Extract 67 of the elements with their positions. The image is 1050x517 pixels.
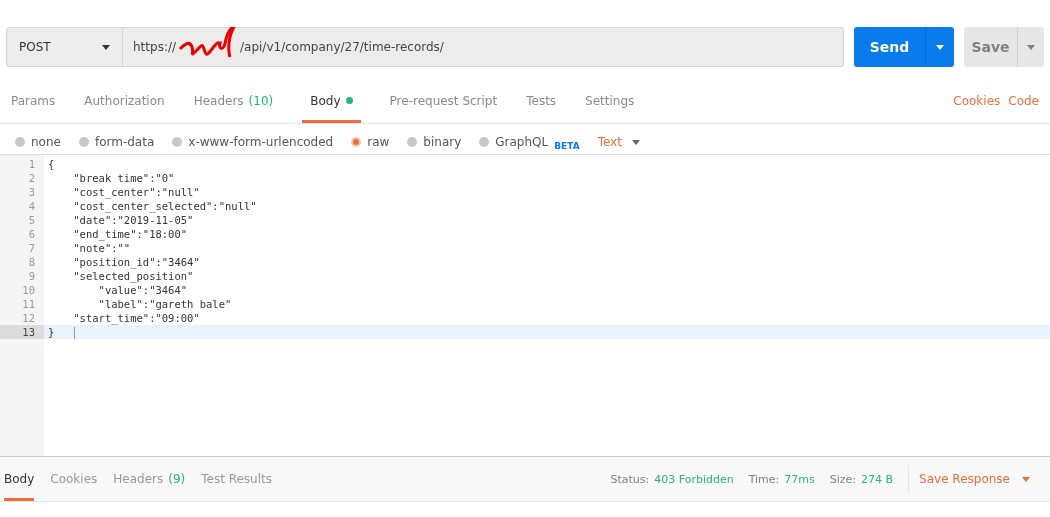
line-number: 12 <box>21 311 36 325</box>
response-tab[interactable]: Cookies <box>50 457 98 501</box>
stat-value: 274 B <box>861 472 894 486</box>
code-line: "cost_center_selected":"null" <box>72 200 257 212</box>
caret-icon <box>1022 476 1030 482</box>
stat-label: Size: <box>829 472 857 486</box>
caret-icon <box>936 44 944 50</box>
link[interactable]: Cookies <box>953 78 1001 123</box>
line-number: 13 <box>0 325 44 339</box>
code-line: "break time":"0" <box>72 172 175 184</box>
code-line: "cost_center":"null" <box>72 186 200 198</box>
send-button[interactable]: Send <box>854 27 954 67</box>
line-number: 10 <box>21 283 36 297</box>
code-line: "selected_position" <box>72 270 194 282</box>
line-number: 6 <box>27 227 36 241</box>
save-response-button[interactable]: Save Response <box>908 465 1050 493</box>
line-number: 4 <box>27 199 36 213</box>
code-line: "end_time":"18:00" <box>72 228 188 240</box>
code-line: "value":"3464" <box>97 284 188 296</box>
radio-button[interactable] <box>351 137 362 147</box>
code-line: "note":"" <box>72 242 131 254</box>
code-line: "label":"gareth bale" <box>97 298 232 310</box>
code-line: "position_id":"3464" <box>72 256 200 268</box>
stat-value: 403 Forbidden <box>654 472 734 486</box>
line-number: 1 <box>27 157 36 171</box>
request-tab[interactable]: Settings <box>585 78 635 123</box>
line-number: 11 <box>21 297 36 311</box>
radio-label: form-data <box>94 135 155 149</box>
stat-label: Status: <box>610 472 650 486</box>
code-line: "date":"2019-11-05" <box>72 214 194 226</box>
radio-label: raw <box>367 135 390 149</box>
request-tab[interactable]: Authorization <box>84 78 165 123</box>
radio-label: x-www-form-urlencoded <box>188 135 334 149</box>
code-line: } <box>48 326 55 338</box>
line-number: 7 <box>27 241 36 255</box>
request-tab[interactable]: Pre-request Script <box>389 78 498 123</box>
request-tab[interactable]: Body <box>302 78 361 123</box>
caret-icon <box>631 139 640 145</box>
radio-button[interactable] <box>479 137 490 147</box>
beta-label: BETA <box>554 141 580 151</box>
radio-label: none <box>31 135 61 149</box>
radio-button[interactable] <box>407 137 418 147</box>
save-button[interactable]: Save <box>964 27 1044 67</box>
radio-button[interactable] <box>172 137 183 147</box>
response-tab[interactable]: Headers (9) <box>113 457 186 501</box>
line-number: 3 <box>27 185 36 199</box>
radio-label: GraphQL <box>495 135 549 149</box>
response-tab[interactable]: Body <box>4 457 35 501</box>
format-dropdown[interactable]: Text <box>597 135 640 149</box>
response-tab[interactable]: Test Results <box>201 457 272 501</box>
link[interactable]: Code <box>1008 78 1039 123</box>
request-tab[interactable]: Tests <box>526 78 557 123</box>
line-number: 5 <box>27 213 36 227</box>
line-number: 2 <box>27 171 36 185</box>
request-tab[interactable]: Params <box>11 78 56 123</box>
radio-button[interactable] <box>78 137 89 147</box>
code-line: "start_time":"09:00" <box>72 312 200 324</box>
line-number: 9 <box>27 269 36 283</box>
stat-label: Time: <box>748 472 780 486</box>
text-cursor <box>74 327 76 339</box>
radio-label: binary <box>423 135 462 149</box>
caret-icon <box>1027 44 1035 50</box>
radio-button[interactable] <box>15 137 25 147</box>
stat-value: 77ms <box>784 472 815 486</box>
request-tab[interactable]: Headers (10) <box>193 78 274 123</box>
code-line: { <box>48 158 55 170</box>
line-number: 8 <box>27 255 36 269</box>
